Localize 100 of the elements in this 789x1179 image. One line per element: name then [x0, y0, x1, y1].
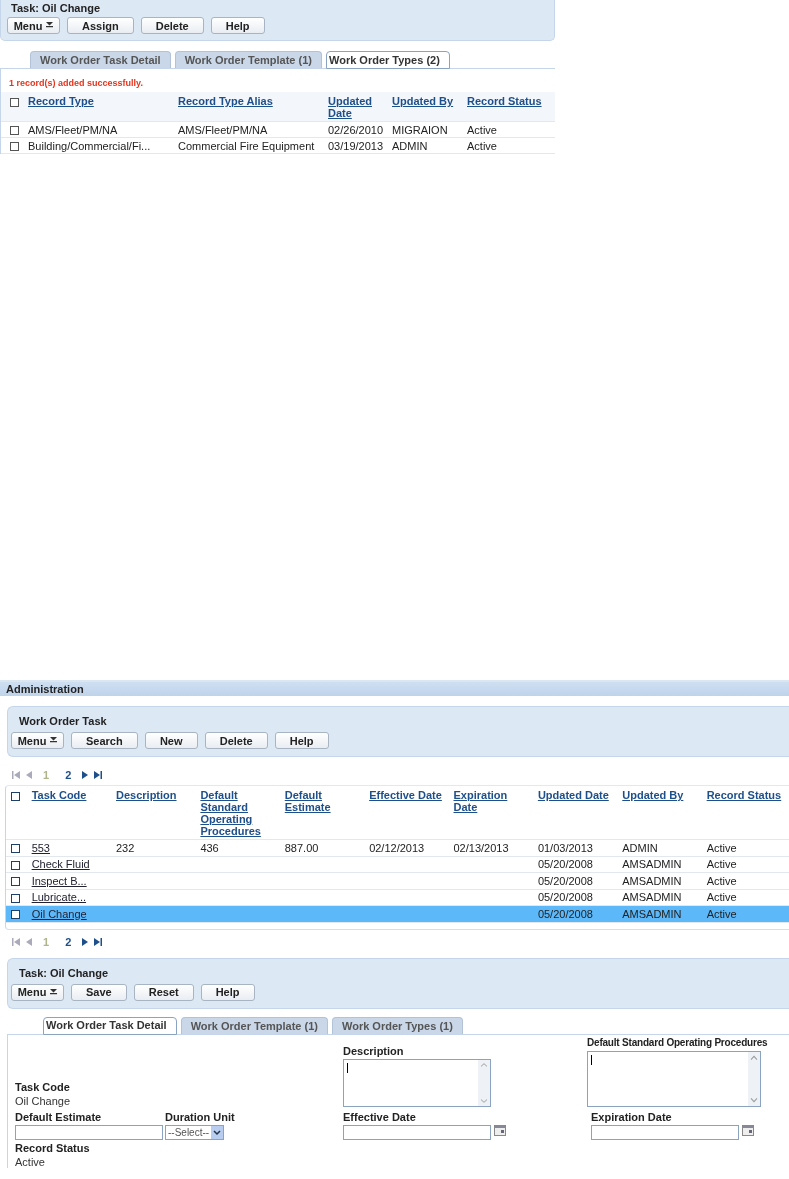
- table-cell: Active: [706, 891, 737, 904]
- tab[interactable]: Work Order Template (1): [180, 1016, 328, 1034]
- checkbox[interactable]: [10, 97, 19, 107]
- toolbar-button[interactable]: Delete: [204, 732, 268, 749]
- tab[interactable]: Work Order Task Detail: [30, 51, 171, 68]
- table-cell: MIGRAION: [392, 123, 448, 136]
- toolbar-button[interactable]: Assign: [67, 17, 134, 34]
- table-cell: ADMIN: [392, 139, 428, 152]
- toolbar-button[interactable]: Reset: [133, 983, 194, 1001]
- table-cell: 05/20/2008: [537, 891, 593, 904]
- checkbox[interactable]: [10, 142, 19, 152]
- scrollbar-icon[interactable]: [478, 1059, 490, 1106]
- column-header[interactable]: Task Code: [31, 789, 112, 801]
- caret-icon: [46, 22, 54, 29]
- column-header[interactable]: Default Estimate: [284, 789, 366, 813]
- table-cell: 05/20/2008: [537, 858, 593, 871]
- checkbox[interactable]: [10, 126, 19, 136]
- toolbar-button[interactable]: Search: [71, 732, 138, 749]
- panel-title: Work Order Task: [18, 714, 108, 729]
- checkbox[interactable]: [11, 791, 20, 801]
- field-label: Task Code: [15, 1080, 71, 1095]
- table-row[interactable]: Inspect B... 05/20/2008 AMSADMIN Active: [6, 872, 789, 889]
- table-cell: 01/03/2013: [537, 841, 593, 854]
- table-cell: Active: [467, 139, 497, 152]
- tab[interactable]: Work Order Types (2): [326, 51, 450, 69]
- column-header[interactable]: Updated By: [622, 789, 703, 801]
- checkbox[interactable]: [11, 860, 20, 870]
- field-value: Active: [15, 1155, 46, 1168]
- table-cell: AMS/Fleet/PM/NA: [178, 123, 268, 136]
- column-header[interactable]: Updated Date: [537, 789, 619, 801]
- next-page-icon[interactable]: [82, 771, 89, 779]
- toolbar-button[interactable]: Help: [210, 17, 265, 34]
- table-cell: Active: [706, 858, 737, 871]
- checkbox[interactable]: [11, 910, 20, 920]
- column-header[interactable]: Record Status: [706, 789, 787, 801]
- table-cell: ADMIN: [622, 841, 658, 854]
- field-label: Default Standard Operating Procedures: [587, 1036, 769, 1050]
- checkbox[interactable]: [11, 893, 20, 903]
- task-code-link[interactable]: Oil Change: [31, 907, 87, 920]
- checkbox[interactable]: [11, 844, 20, 854]
- field-label: Expiration Date: [591, 1110, 673, 1125]
- input-field[interactable]: [15, 1124, 163, 1140]
- table-cell: Commercial Fire Equipment: [178, 139, 315, 152]
- table-cell: Active: [706, 907, 737, 920]
- column-header[interactable]: Default Standard Operating Procedures: [200, 789, 281, 837]
- caret-icon: [50, 988, 58, 996]
- table-cell: AMS/Fleet/PM/NA: [28, 123, 118, 136]
- select-field[interactable]: --Select--: [165, 1124, 225, 1140]
- task-code-link[interactable]: Lubricate...: [31, 891, 87, 904]
- table-row[interactable]: Check Fluid 05/20/2008 AMSADMIN Active: [6, 856, 789, 873]
- menu-button[interactable]: Menu: [7, 17, 60, 34]
- task-code-link[interactable]: Inspect B...: [31, 874, 87, 887]
- menu-button[interactable]: Menu: [11, 732, 64, 749]
- checkbox[interactable]: [11, 877, 20, 887]
- text-area[interactable]: [587, 1050, 761, 1107]
- last-page-icon[interactable]: [94, 937, 103, 946]
- column-header[interactable]: Description: [116, 789, 197, 801]
- table-cell: AMSADMIN: [622, 858, 682, 871]
- panel-title: Task: Oil Change: [18, 965, 110, 981]
- table-cell: 02/12/2013: [369, 841, 425, 854]
- panel-title: Task: Oil Change: [10, 2, 102, 16]
- next-page-icon[interactable]: [82, 937, 89, 946]
- toolbar-button[interactable]: Delete: [140, 17, 204, 34]
- field-label: Default Estimate: [15, 1110, 103, 1125]
- field-value: Oil Change: [15, 1094, 72, 1107]
- column-header[interactable]: Effective Date: [369, 789, 450, 801]
- table-cell: 05/20/2008: [537, 907, 593, 920]
- toolbar-button[interactable]: Save: [71, 983, 127, 1001]
- tab[interactable]: Work Order Types (1): [332, 1016, 463, 1034]
- date-field[interactable]: [343, 1124, 491, 1140]
- tab[interactable]: Work Order Template (1): [174, 51, 322, 68]
- table-cell: 02/13/2013: [453, 841, 509, 854]
- column-header[interactable]: Expiration Date: [453, 789, 534, 813]
- section-header: Administration: [0, 680, 789, 696]
- table-row[interactable]: Lubricate... 05/20/2008 AMSADMIN Active: [6, 889, 789, 906]
- calendar-icon[interactable]: [494, 1124, 506, 1136]
- table-cell: AMSADMIN: [622, 874, 682, 887]
- table-cell: Active: [706, 841, 737, 854]
- table-cell: 03/19/2013: [328, 139, 384, 152]
- text-area[interactable]: [343, 1058, 491, 1107]
- field-label: Duration Unit: [165, 1110, 236, 1125]
- field-label: Record Status: [15, 1141, 91, 1156]
- table-row[interactable]: 553 232 436 887.00 02/12/2013 02/13/2013 01/03/2013 ADMIN Active: [6, 839, 789, 856]
- last-page-icon[interactable]: [94, 771, 103, 779]
- date-field[interactable]: [591, 1124, 739, 1140]
- caret-icon: [50, 737, 58, 744]
- task-code-link[interactable]: 553: [31, 841, 50, 854]
- table-cell: 05/20/2008: [537, 874, 593, 887]
- calendar-icon[interactable]: [742, 1124, 754, 1136]
- page-link[interactable]: 2: [60, 935, 77, 948]
- task-code-link[interactable]: Check Fluid: [31, 858, 90, 871]
- table-cell: 887.00: [284, 841, 319, 854]
- toolbar-button[interactable]: Help: [200, 983, 255, 1001]
- tab[interactable]: Work Order Task Detail: [43, 1016, 177, 1035]
- toolbar-button[interactable]: Help: [274, 732, 329, 749]
- table-cell: AMSADMIN: [622, 891, 682, 904]
- page-link[interactable]: 2: [60, 769, 77, 781]
- menu-button[interactable]: Menu: [11, 983, 64, 1001]
- scrollbar-icon[interactable]: [748, 1051, 760, 1106]
- toolbar-button[interactable]: New: [144, 732, 198, 749]
